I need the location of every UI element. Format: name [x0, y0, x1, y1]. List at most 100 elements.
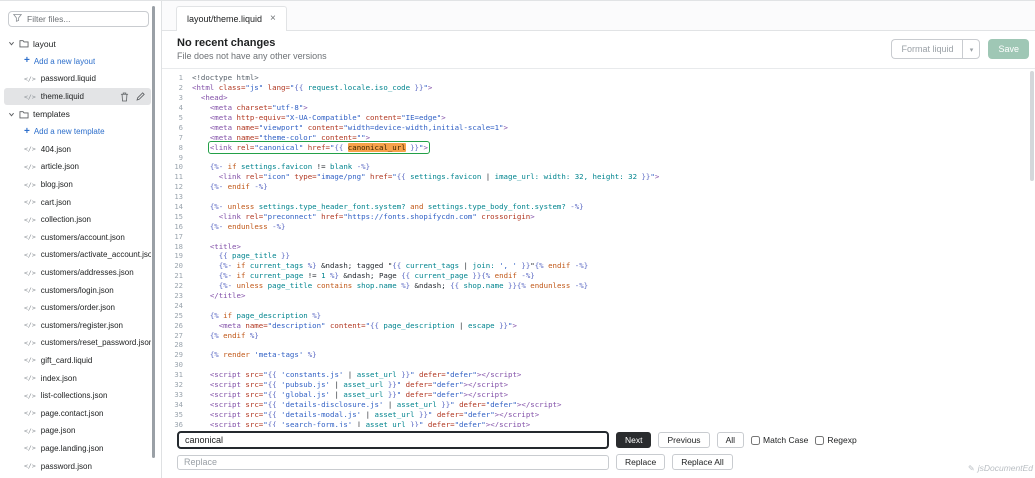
sidebar-scrollbar[interactable]	[152, 6, 155, 458]
code-editor[interactable]: 1 <!doctype html> 2 <html class="js" lang="…	[162, 69, 1035, 478]
code-line-2[interactable]: 2 <html class="js" lang="{{ request.local…	[162, 83, 1035, 93]
line-number: 11	[174, 172, 183, 182]
code-line-31[interactable]: 31 <script src="{{ 'constants.js' | asse…	[162, 370, 1035, 380]
find-input[interactable]	[177, 431, 609, 449]
code-line-25[interactable]: 25 {% if page_description %}	[162, 310, 1035, 320]
code-line-35[interactable]: 35 <script src="{{ 'details-modal.js' | …	[162, 409, 1035, 419]
regexp-checkbox-input[interactable]	[815, 435, 825, 445]
file-label: page.json	[40, 426, 76, 436]
code-line-23[interactable]: 23 </title>	[162, 291, 1035, 301]
line-number: 22	[174, 281, 183, 291]
code-line-29[interactable]: 29 {% render 'meta-tags' %}	[162, 350, 1035, 360]
file-item-customers-login-json[interactable]: </> customers/login.json	[4, 281, 151, 299]
file-item-collection-json[interactable]: </> collection.json	[4, 211, 151, 229]
code-line-27[interactable]: 27 {% endif %}	[162, 330, 1035, 340]
find-next-button[interactable]: Next	[616, 432, 652, 448]
folder-layout[interactable]: layout	[4, 35, 151, 53]
code-line-12[interactable]: 12 {%- endif -%}	[162, 182, 1035, 192]
save-button[interactable]: Save	[988, 39, 1029, 59]
code-line-10[interactable]: 10 {%- if settings.favicon != blank -%}	[162, 162, 1035, 172]
file-item-password-json[interactable]: </> password.json	[4, 457, 151, 475]
line-number: 21	[174, 271, 183, 281]
file-item-customers-account-json[interactable]: </> customers/account.json	[4, 229, 151, 247]
code-line-20[interactable]: 20 {%- if current_tags %} &ndash; tagged…	[162, 261, 1035, 271]
code-line-26[interactable]: 26 <meta name="description" content="{{ …	[162, 320, 1035, 330]
code-file-icon: </>	[24, 374, 36, 383]
line-number: 9	[178, 152, 183, 162]
code-line-24[interactable]: 24	[162, 300, 1035, 310]
file-item-index-json[interactable]: </> index.json	[4, 369, 151, 387]
file-item-404-json[interactable]: </> 404.json	[4, 141, 151, 159]
file-item-page-landing-json[interactable]: </> page.landing.json	[4, 440, 151, 458]
add-button-add-a-new-layout[interactable]: + Add a new layout	[4, 53, 151, 71]
code-line-19[interactable]: 19 {{ page_title }}	[162, 251, 1035, 261]
code-line-9[interactable]: 9	[162, 152, 1035, 162]
code-line-11[interactable]: 11 <link rel="icon" type="image/png" hre…	[162, 172, 1035, 182]
regexp-checkbox[interactable]: Regexp	[815, 435, 857, 445]
code-line-16[interactable]: 16 {%- endunless -%}	[162, 221, 1035, 231]
code-line-32[interactable]: 32 <script src="{{ 'pubsub.js' | asset_u…	[162, 380, 1035, 390]
code-line-4[interactable]: 4 <meta charset="utf-8">	[162, 103, 1035, 113]
code-line-3[interactable]: 3 <head>	[162, 93, 1035, 103]
file-item-theme-liquid[interactable]: </> theme.liquid	[4, 87, 151, 106]
format-liquid-dropdown-button[interactable]: ▾	[962, 39, 981, 59]
plus-icon: +	[24, 125, 30, 137]
tab-label: layout/theme.liquid	[187, 14, 263, 24]
line-number: 30	[174, 360, 183, 370]
tab-layout-theme-liquid[interactable]: layout/theme.liquid ×	[176, 6, 287, 31]
code-line-28[interactable]: 28	[162, 340, 1035, 350]
code-line-15[interactable]: 15 <link rel="preconnect" href="https://…	[162, 211, 1035, 221]
file-item-customers-order-json[interactable]: </> customers/order.json	[4, 299, 151, 317]
replace-all-button[interactable]: Replace All	[672, 454, 733, 470]
add-button-add-a-new-template[interactable]: + Add a new template	[4, 123, 151, 141]
code-line-13[interactable]: 13	[162, 192, 1035, 202]
file-item-list-collections-json[interactable]: </> list-collections.json	[4, 387, 151, 405]
file-item-customers-register-json[interactable]: </> customers/register.json	[4, 317, 151, 335]
folder-templates[interactable]: templates	[4, 105, 151, 123]
match-case-checkbox-input[interactable]	[751, 435, 761, 445]
line-number: 34	[174, 399, 183, 409]
find-all-button[interactable]: All	[716, 432, 745, 448]
file-item-password-liquid[interactable]: </> password.liquid	[4, 70, 151, 88]
replace-row: Replace Replace All	[177, 454, 1035, 470]
code-line-17[interactable]: 17	[162, 231, 1035, 241]
find-previous-button[interactable]: Previous	[658, 432, 710, 448]
delete-file-icon[interactable]	[120, 92, 129, 102]
editor-scrollbar[interactable]	[1030, 71, 1034, 181]
file-item-customers-activate-account-json[interactable]: </> customers/activate_account.json	[4, 246, 151, 264]
file-item-article-json[interactable]: </> article.json	[4, 158, 151, 176]
code-line-8[interactable]: 8 <link rel="canonical" href="{{ canonic…	[162, 140, 1035, 154]
file-item-gift-card-liquid[interactable]: </> gift_card.liquid	[4, 352, 151, 370]
file-item-customers-addresses-json[interactable]: </> customers/addresses.json	[4, 264, 151, 282]
replace-input[interactable]	[177, 454, 609, 470]
code-line-7[interactable]: 7 <meta name="theme-color" content="">	[162, 132, 1035, 142]
file-item-blog-json[interactable]: </> blog.json	[4, 176, 151, 194]
search-match-highlight: canonical_url	[347, 142, 406, 152]
code-line-33[interactable]: 33 <script src="{{ 'global.js' | asset_u…	[162, 390, 1035, 400]
match-case-checkbox[interactable]: Match Case	[751, 435, 808, 445]
file-label: password.liquid	[40, 74, 96, 84]
code-line-18[interactable]: 18 <title>	[162, 241, 1035, 251]
code-line-30[interactable]: 30	[162, 360, 1035, 370]
filter-files-input[interactable]	[8, 11, 149, 27]
format-liquid-button[interactable]: Format liquid	[891, 39, 963, 59]
file-header: No recent changes File does not have any…	[162, 31, 1035, 69]
file-item-page-contact-json[interactable]: </> page.contact.json	[4, 404, 151, 422]
tab-close-icon[interactable]: ×	[270, 14, 276, 24]
format-liquid-split-button: Format liquid ▾	[891, 39, 981, 59]
code-line-22[interactable]: 22 {%- unless page_title contains shop.n…	[162, 281, 1035, 291]
line-number: 8	[178, 142, 183, 152]
code-file-icon: </>	[24, 145, 36, 154]
code-line-34[interactable]: 34 <script src="{{ 'details-disclosure.j…	[162, 399, 1035, 409]
code-line-14[interactable]: 14 {%- unless settings.type_header_font.…	[162, 202, 1035, 212]
rename-file-icon[interactable]	[136, 92, 145, 101]
code-line-6[interactable]: 6 <meta name="viewport" content="width=d…	[162, 122, 1035, 132]
code-file-icon: </>	[24, 250, 36, 259]
file-item-customers-reset-password-json[interactable]: </> customers/reset_password.json	[4, 334, 151, 352]
file-item-page-json[interactable]: </> page.json	[4, 422, 151, 440]
replace-button[interactable]: Replace	[616, 454, 666, 470]
code-line-1[interactable]: 1 <!doctype html>	[162, 73, 1035, 83]
code-line-5[interactable]: 5 <meta http-equiv="X-UA-Compatible" con…	[162, 113, 1035, 123]
file-item-cart-json[interactable]: </> cart.json	[4, 193, 151, 211]
code-line-21[interactable]: 21 {%- if current_page != 1 %} &ndash; P…	[162, 271, 1035, 281]
